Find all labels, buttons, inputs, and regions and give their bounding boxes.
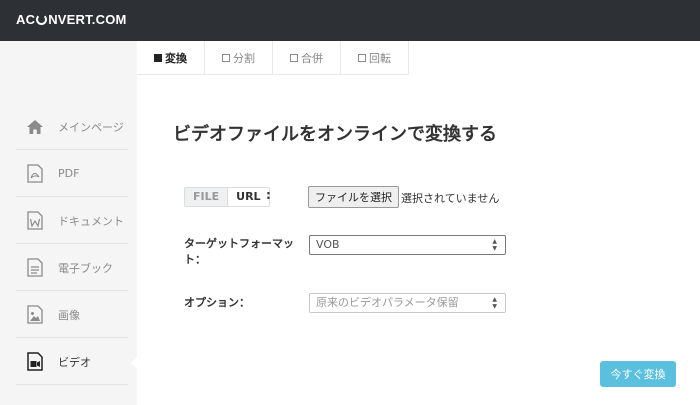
sidebar-item-ebook[interactable]: 電子ブック (16, 245, 128, 291)
sidebar-item-video[interactable]: ビデオ (16, 339, 128, 385)
selected-option: 原来のビデオパラメータ保留 (316, 296, 459, 309)
file-source-toggle[interactable]: FILE (185, 188, 228, 206)
refresh-icon (36, 14, 48, 25)
active-pointer (131, 355, 139, 371)
convert-now-button[interactable]: 今すぐ変換 (600, 361, 676, 387)
video-icon (24, 351, 46, 373)
tab-label: 変換 (165, 51, 187, 65)
tab-convert[interactable]: 変換 (137, 41, 205, 74)
tab-merge[interactable]: 合併 (273, 41, 341, 74)
checkbox-icon (154, 53, 162, 62)
sidebar-item-label: PDF (58, 167, 80, 180)
select-arrows-icon: ▲ ▼ (492, 296, 497, 310)
target-format-select[interactable]: VOB ▲ ▼ (309, 235, 506, 255)
select-arrows-icon: ▲ ▼ (492, 238, 497, 252)
ebook-icon (24, 257, 46, 279)
sidebar-item-label: ドキュメント (58, 214, 124, 228)
page-title: ビデオファイルをオンラインで変換する (173, 124, 497, 145)
logo-text-end: NVERT.COM (48, 12, 127, 27)
site-logo[interactable]: AC NVERT.COM (16, 12, 127, 27)
tab-split[interactable]: 分割 (205, 41, 273, 74)
target-format-label: ターゲットフォーマット： (184, 237, 294, 266)
tab-label: 分割 (233, 51, 255, 65)
image-icon (24, 304, 46, 326)
tab-label: 合併 (301, 51, 323, 65)
word-document-icon (24, 210, 46, 232)
sidebar-item-image[interactable]: 画像 (16, 292, 128, 338)
pdf-file-icon (24, 163, 46, 185)
sidebar-item-label: 画像 (58, 308, 80, 322)
sidebar-item-label: メインページ (58, 120, 124, 134)
checkbox-icon (358, 53, 366, 62)
source-colon: : (266, 188, 271, 202)
tab-label: 回転 (369, 51, 391, 65)
selected-format: VOB (316, 238, 340, 251)
top-navbar: AC NVERT.COM (0, 0, 700, 41)
choose-file-button[interactable]: ファイルを選択 (308, 186, 399, 208)
checkbox-icon (222, 53, 230, 62)
checkbox-icon (290, 53, 298, 62)
sidebar: メインページ PDF ドキュメント 電子ブック 画像 ビデオ (0, 41, 139, 405)
operation-tabs: 変換 分割 合併 回転 (137, 41, 409, 75)
option-select[interactable]: 原来のビデオパラメータ保留 ▲ ▼ (309, 293, 506, 313)
logo-text-start: AC (16, 12, 36, 27)
tab-rotate[interactable]: 回転 (341, 41, 409, 74)
home-icon (24, 116, 46, 138)
file-status-text: 選択されていません (401, 192, 500, 205)
url-source-toggle[interactable]: URL (227, 188, 269, 206)
sidebar-item-document[interactable]: ドキュメント (16, 198, 128, 244)
sidebar-item-pdf[interactable]: PDF (16, 151, 128, 197)
source-switch: FILE URL (184, 187, 270, 207)
sidebar-item-home[interactable]: メインページ (16, 104, 128, 150)
option-label: オプション： (184, 296, 250, 309)
sidebar-item-label: 電子ブック (58, 261, 113, 275)
sidebar-item-label: ビデオ (58, 355, 91, 369)
